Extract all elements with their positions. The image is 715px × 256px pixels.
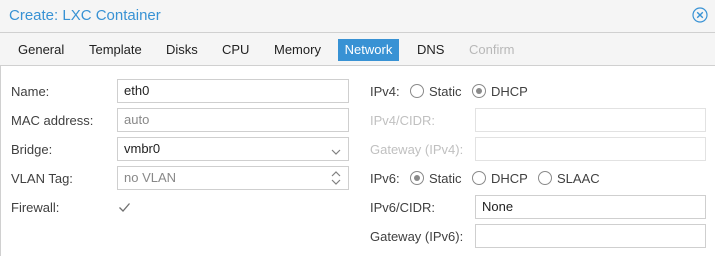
gateway-ipv6-label: Gateway (IPv6): [370, 229, 464, 244]
name-label: Name: [11, 84, 50, 99]
ipv4-dhcp-label[interactable]: DHCP [491, 84, 528, 100]
checkmark-icon [119, 203, 130, 212]
mac-address-label: MAC address: [11, 113, 94, 128]
ipv6-static-radio[interactable] [410, 171, 424, 185]
tab-template[interactable]: Template [83, 39, 148, 61]
vlan-tag-value: no VLAN [124, 170, 177, 185]
close-icon[interactable] [692, 7, 708, 23]
tab-disks[interactable]: Disks [160, 39, 204, 61]
tab-memory[interactable]: Memory [268, 39, 327, 61]
vlan-tag-label: VLAN Tag: [11, 171, 73, 186]
gateway-ipv4-input [475, 137, 706, 161]
ipv6-dhcp-radio[interactable] [472, 171, 486, 185]
ipv6-cidr-input[interactable]: None [475, 195, 706, 219]
ipv4-dhcp-radio[interactable] [472, 84, 486, 98]
mac-address-value: auto [124, 112, 150, 127]
ipv6-slaac-radio[interactable] [538, 171, 552, 185]
ipv4-static-label[interactable]: Static [429, 84, 462, 100]
gateway-ipv6-input[interactable] [475, 224, 706, 248]
ipv6-cidr-label: IPv6/CIDR: [370, 200, 436, 215]
ipv4-cidr-label: IPv4/CIDR: [370, 113, 436, 128]
mac-address-input[interactable]: auto [117, 108, 349, 132]
chevron-down-icon[interactable] [330, 143, 342, 155]
tab-bar: General Template Disks CPU Memory Networ… [0, 33, 715, 66]
dialog-title: Create: LXC Container [9, 7, 161, 24]
ipv6-static-label[interactable]: Static [429, 171, 462, 187]
tab-confirm: Confirm [469, 42, 515, 57]
bridge-value: vmbr0 [124, 141, 161, 156]
gateway-ipv4-label: Gateway (IPv4): [370, 142, 464, 157]
name-input[interactable]: eth0 [117, 79, 349, 103]
ipv4-label: IPv4: [370, 84, 400, 99]
tab-network[interactable]: Network [338, 39, 399, 61]
tab-general[interactable]: General [12, 39, 70, 61]
ipv6-label: IPv6: [370, 171, 400, 186]
vlan-tag-input[interactable]: no VLAN [117, 166, 349, 190]
name-value: eth0 [124, 83, 150, 98]
firewall-checkbox[interactable] [118, 201, 131, 214]
bridge-label: Bridge: [11, 142, 53, 157]
dialog-header: Create: LXC Container [0, 0, 715, 33]
tab-cpu[interactable]: CPU [216, 39, 255, 61]
ipv4-static-radio[interactable] [410, 84, 424, 98]
ipv4-cidr-input [475, 108, 706, 132]
network-form-panel: Name: eth0 MAC address: auto Bridge: vmb… [0, 66, 715, 256]
spinner-updown-icon[interactable] [330, 170, 342, 186]
tab-dns[interactable]: DNS [411, 39, 450, 61]
firewall-label: Firewall: [11, 200, 60, 215]
ipv6-slaac-label[interactable]: SLAAC [557, 171, 600, 187]
ipv6-cidr-value: None [482, 199, 514, 214]
bridge-select[interactable]: vmbr0 [117, 137, 349, 161]
ipv6-dhcp-label[interactable]: DHCP [491, 171, 528, 187]
